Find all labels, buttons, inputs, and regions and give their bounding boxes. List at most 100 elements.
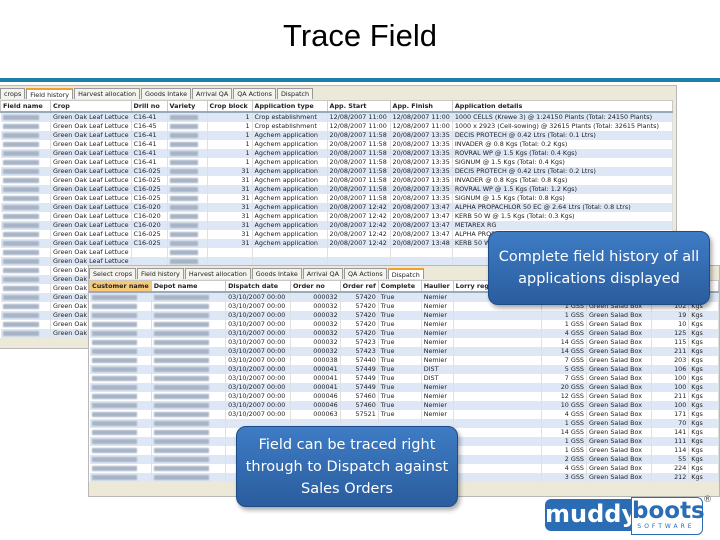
table-cell: 20/08/2007 13:47 bbox=[390, 203, 453, 212]
table-row[interactable]: Green Oak Leaf Lettuce C16-41 1 Agchem appl… bbox=[0, 140, 673, 149]
redacted-value bbox=[153, 420, 210, 426]
table-cell bbox=[89, 428, 152, 437]
redacted-value bbox=[153, 321, 210, 327]
tab-field-history[interactable]: Field history bbox=[137, 268, 184, 279]
redacted-value bbox=[91, 303, 138, 309]
table-cell: Green Salad Box bbox=[586, 347, 652, 356]
table-cell: 1 bbox=[207, 112, 253, 122]
table-row[interactable]: 03/10/2007 00:00 000038 57440 True Nemier 7 G… bbox=[89, 356, 719, 365]
table-row[interactable]: 03/10/2007 00:00 000041 57449 True DIST 5 GSS… bbox=[89, 365, 719, 374]
tab-harvest-allocation[interactable]: Harvest allocation bbox=[74, 88, 141, 99]
column-header[interactable]: Application type bbox=[251, 100, 328, 113]
table-cell: 114 bbox=[651, 446, 690, 455]
table-cell bbox=[89, 347, 152, 356]
table-cell bbox=[0, 167, 51, 176]
column-header[interactable]: Crop bbox=[50, 100, 132, 113]
table-row[interactable]: Green Oak Leaf Lettuce C16-025 31 Agchem ap… bbox=[0, 167, 673, 176]
redacted-value bbox=[91, 393, 138, 399]
table-cell: 20/08/2007 13:35 bbox=[390, 131, 453, 140]
table-row[interactable]: 03/10/2007 00:00 000046 57460 True Nemier 12 … bbox=[89, 392, 719, 401]
tab-qa-actions[interactable]: QA Actions bbox=[343, 268, 387, 279]
column-header[interactable]: Depot name bbox=[150, 280, 227, 293]
redacted-value bbox=[2, 213, 39, 219]
tab-field-history[interactable]: Field history bbox=[26, 88, 74, 99]
column-header[interactable]: Crop block bbox=[206, 100, 253, 113]
column-header[interactable]: Variety bbox=[166, 100, 208, 113]
tab-goods-intake[interactable]: Goods Intake bbox=[141, 88, 191, 99]
table-cell: Kgs bbox=[688, 383, 719, 392]
table-row[interactable]: 03/10/2007 00:00 000063 57521 True Nemier 4 G… bbox=[89, 410, 719, 419]
table-row[interactable]: Green Oak Leaf Lettuce C16-020 31 Agchem ap… bbox=[0, 203, 673, 212]
column-header[interactable]: Dispatch date bbox=[225, 280, 291, 293]
table-cell: 31 bbox=[207, 203, 253, 212]
table-cell: 31 bbox=[207, 221, 253, 230]
tab-arrival-qa[interactable]: Arrival QA bbox=[302, 268, 343, 279]
table-row[interactable]: Green Oak Leaf Lettuce C16-41 1 Crop establ… bbox=[0, 112, 673, 122]
table-cell bbox=[151, 374, 227, 383]
redacted-value bbox=[169, 132, 198, 138]
table-cell bbox=[167, 158, 208, 167]
table-cell: 57440 bbox=[340, 356, 379, 365]
table-row[interactable]: Green Oak Leaf Lettuce C16-020 31 Agchem ap… bbox=[0, 212, 673, 221]
redacted-value bbox=[153, 465, 210, 471]
table-row[interactable]: Green Oak Leaf Lettuce C16-025 31 Agchem ap… bbox=[0, 194, 673, 203]
table-cell bbox=[453, 365, 543, 374]
table-cell: Green Oak Leaf Lettuce bbox=[50, 140, 132, 149]
table-row[interactable]: 03/10/2007 00:00 000032 57420 True Nemier 4 G… bbox=[89, 329, 719, 338]
redacted-value bbox=[2, 303, 39, 309]
table-row[interactable]: Green Oak Leaf Lettuce C16-41 1 Agchem appl… bbox=[0, 149, 673, 158]
column-header[interactable]: Order ref bbox=[339, 280, 379, 293]
table-row[interactable]: Green Oak Leaf Lettuce C16-45 1 Crop establ… bbox=[0, 122, 673, 131]
column-header[interactable]: Complete bbox=[377, 280, 422, 293]
column-header[interactable]: Application details bbox=[451, 100, 673, 113]
table-cell: 000032 bbox=[290, 329, 341, 338]
table-cell bbox=[89, 437, 152, 446]
table-row[interactable]: 03/10/2007 00:00 000032 57423 True Nemier 14 … bbox=[89, 347, 719, 356]
tab-dispatch[interactable]: Dispatch bbox=[276, 88, 314, 99]
column-header[interactable]: Order no bbox=[289, 280, 341, 293]
tab-harvest-allocation[interactable]: Harvest allocation bbox=[184, 268, 251, 279]
table-cell bbox=[453, 464, 543, 473]
redacted-value bbox=[91, 420, 138, 426]
table-cell: Kgs bbox=[688, 464, 719, 473]
table-cell: 14 GSS bbox=[541, 428, 587, 437]
table-row[interactable]: 03/10/2007 00:00 000046 57460 True Nemier 10 … bbox=[89, 401, 719, 410]
tab-crops[interactable]: crops bbox=[0, 88, 26, 99]
table-row[interactable]: 03/10/2007 00:00 000032 57420 True Nemier 1 G… bbox=[89, 311, 719, 320]
table-cell: Green Salad Box bbox=[586, 374, 652, 383]
table-cell: 000041 bbox=[290, 374, 341, 383]
table-row[interactable]: 03/10/2007 00:00 000041 57449 True Nemier 20 … bbox=[89, 383, 719, 392]
column-header[interactable]: Field name bbox=[0, 100, 51, 113]
tab-goods-intake[interactable]: Goods Intake bbox=[251, 268, 302, 279]
tab-qa-actions[interactable]: QA Actions bbox=[233, 88, 276, 99]
table-cell bbox=[89, 419, 152, 428]
column-header[interactable]: Customer name bbox=[89, 280, 152, 293]
table-row[interactable]: Green Oak Leaf Lettuce C16-025 31 Agchem ap… bbox=[0, 176, 673, 185]
redacted-value bbox=[2, 294, 39, 300]
table-cell: Agchem application bbox=[252, 185, 328, 194]
table-cell: Agchem application bbox=[252, 230, 328, 239]
redacted-value bbox=[153, 303, 210, 309]
table-cell bbox=[151, 338, 227, 347]
table-row[interactable]: 03/10/2007 00:00 000041 57449 True DIST 7 GSS… bbox=[89, 374, 719, 383]
table-cell bbox=[0, 158, 51, 167]
table-cell: 31 bbox=[207, 167, 253, 176]
column-header[interactable]: Drill no bbox=[130, 100, 168, 113]
table-row[interactable]: Green Oak Leaf Lettuce C16-020 31 Agchem ap… bbox=[0, 221, 673, 230]
table-cell: 115 bbox=[651, 338, 690, 347]
tab-arrival-qa[interactable]: Arrival QA bbox=[192, 88, 233, 99]
table-row[interactable]: 03/10/2007 00:00 000032 57420 True Nemier 1 G… bbox=[89, 320, 719, 329]
table-cell bbox=[327, 248, 391, 257]
table-row[interactable]: Green Oak Leaf Lettuce C16-025 31 Agchem ap… bbox=[0, 185, 673, 194]
table-row[interactable]: Green Oak Leaf Lettuce C16-41 1 Agchem appl… bbox=[0, 131, 673, 140]
column-header[interactable]: App. Start bbox=[326, 100, 391, 113]
column-header[interactable]: Haulier bbox=[420, 280, 454, 293]
table-row[interactable]: 03/10/2007 00:00 000032 57423 True Nemier 14 … bbox=[89, 338, 719, 347]
tab-select-crops[interactable]: Select crops bbox=[89, 268, 137, 279]
redacted-value bbox=[91, 384, 138, 390]
table-cell: 2 GSS bbox=[541, 455, 587, 464]
column-header[interactable]: App. Finish bbox=[389, 100, 453, 113]
table-cell bbox=[0, 329, 51, 338]
table-row[interactable]: Green Oak Leaf Lettuce C16-41 1 Agchem appl… bbox=[0, 158, 673, 167]
tab-dispatch[interactable]: Dispatch bbox=[387, 268, 424, 279]
